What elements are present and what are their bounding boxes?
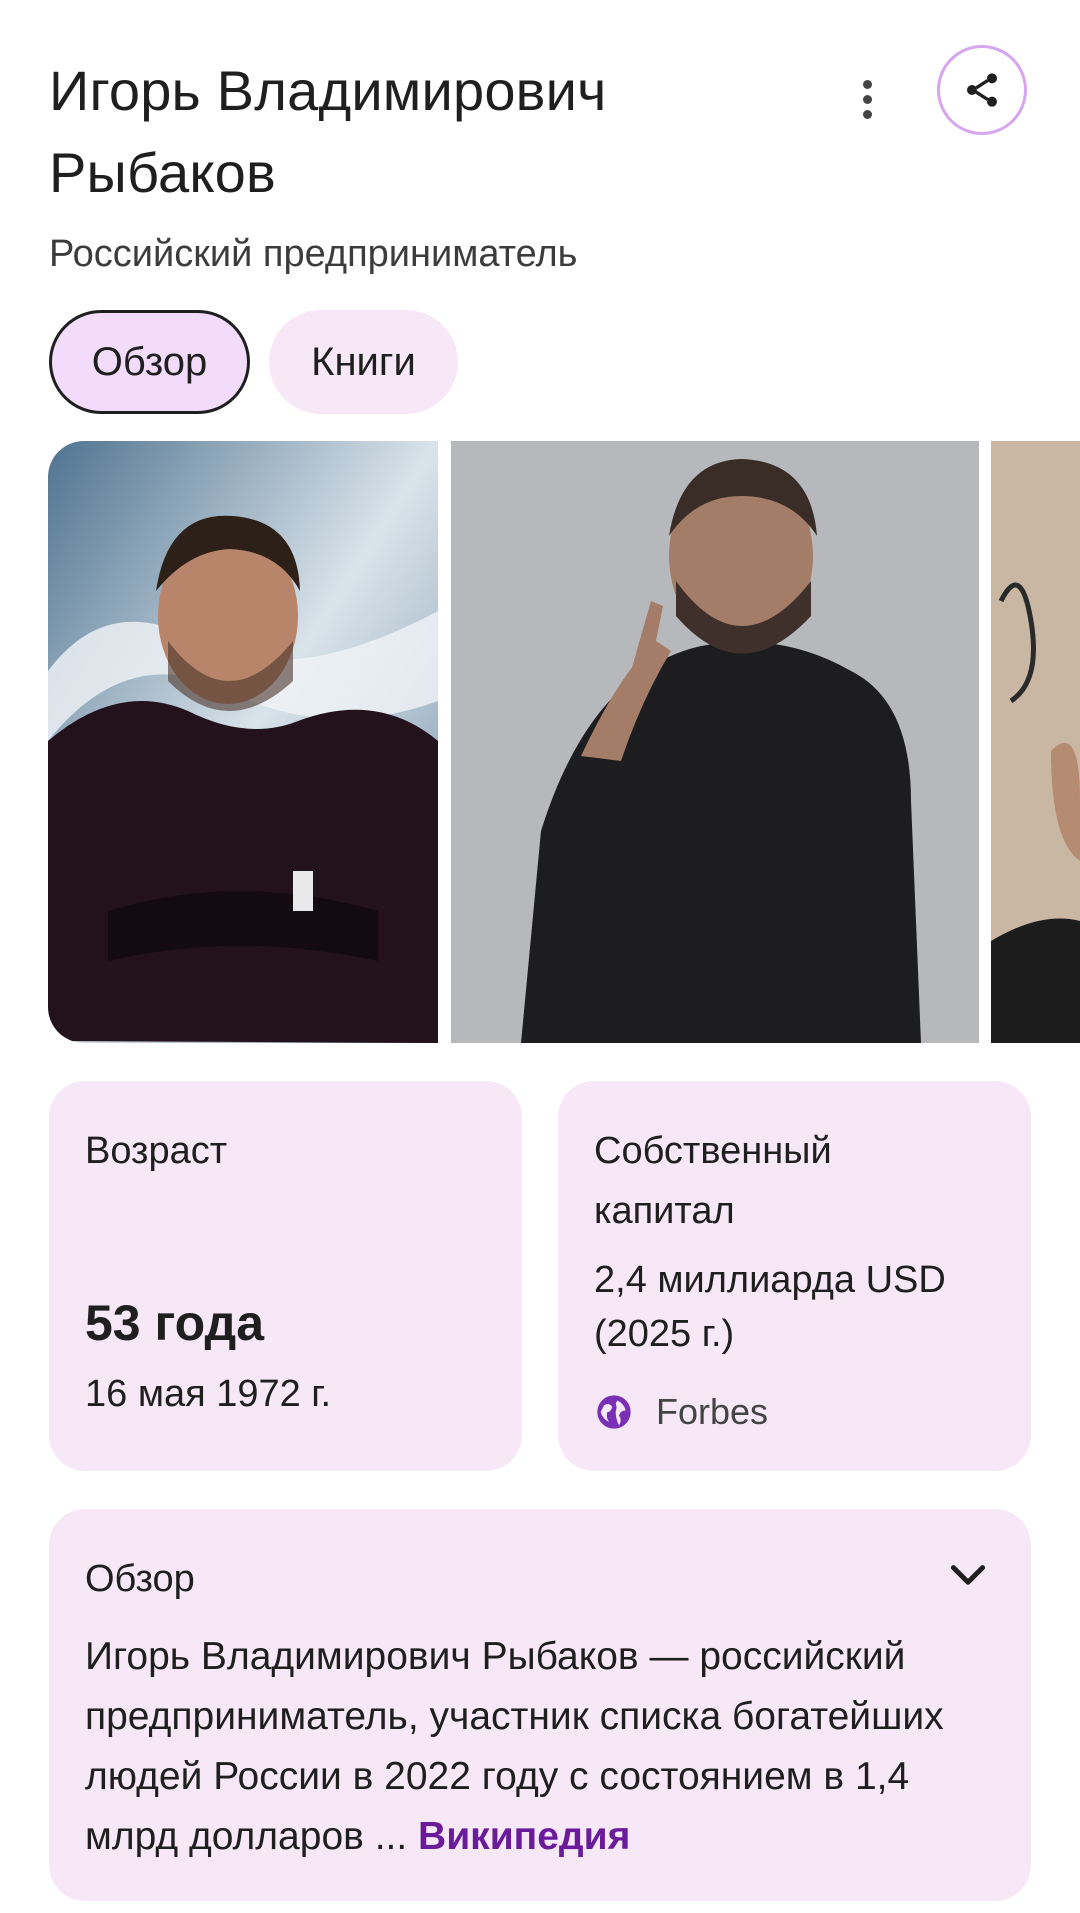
overview-card[interactable]: Обзор Игорь Владимирович Рыбаков — росси… [49,1509,1031,1901]
share-icon [967,73,997,107]
net-worth-value: 2,4 миллиарда USD (2025 г.) [594,1259,946,1355]
person-photo-2[interactable] [451,441,979,1043]
person-photo-1[interactable] [48,441,438,1043]
more-vert-icon-dot [862,109,872,119]
age-label: Возраст [85,1130,228,1172]
tab-books[interactable]: Книги [269,310,458,414]
net-worth-card[interactable]: Собственный капитал 2,4 миллиарда USD (2… [558,1081,1031,1471]
entity-title: Игорь Владимирович Рыбаков [49,59,607,204]
share-button[interactable] [937,45,1027,135]
person-photo-3[interactable] [991,441,1080,1043]
net-worth-label: Собственный капитал [594,1130,832,1232]
source-link[interactable]: Forbes [594,1391,768,1433]
wikipedia-link[interactable]: Википедия [418,1815,630,1858]
globe-icon [597,1395,631,1429]
entity-subtitle: Российский предприниматель [49,233,578,275]
overview-ellipsis: ... [363,1815,419,1858]
person-photo-1-image [48,441,438,1043]
tab-overview[interactable]: Обзор [49,310,250,414]
age-card[interactable]: Возраст 53 года 16 мая 1972 г. [49,1081,522,1471]
overview-text: Игорь Владимирович Рыбаков — российский … [85,1627,1005,1867]
more-options-button[interactable] [840,70,894,128]
overview-title: Обзор [85,1558,195,1600]
tab-books-label: Книги [311,339,416,384]
more-vert-icon-dot [862,94,872,104]
person-photo-2-image [451,441,979,1043]
birth-date: 16 мая 1972 г. [85,1373,332,1415]
age-value: 53 года [85,1295,265,1351]
person-photo-3-image [991,441,1080,1043]
chevron-down-icon[interactable] [943,1551,993,1601]
source-label: Forbes [656,1391,769,1432]
more-vert-icon [862,79,872,89]
tab-overview-label: Обзор [91,339,208,384]
